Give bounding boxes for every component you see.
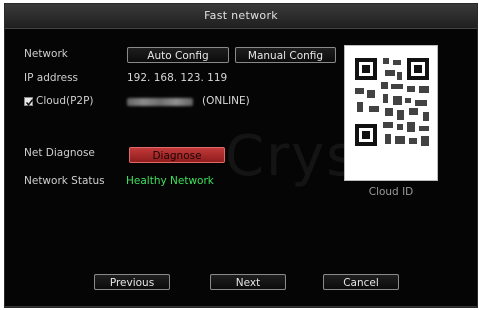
cloud-p2p-checkbox[interactable] [24,97,34,107]
ip-address-label: IP address [24,72,79,84]
manual-config-button[interactable]: Manual Config [235,47,336,63]
next-button[interactable]: Next [210,274,286,290]
title-bar: Fast network [5,4,477,29]
cloud-id-caption: Cloud ID [368,186,414,198]
checkmark-icon [25,99,34,107]
cloud-status-value: (ONLINE) [202,95,250,107]
cancel-button[interactable]: Cancel [323,274,399,290]
network-label: Network [24,48,68,60]
cloud-id-redacted [127,98,193,106]
bottom-border [5,306,477,307]
network-status-label: Network Status [24,175,105,187]
network-status-value: Healthy Network [126,175,214,187]
cloud-p2p-label: Cloud(P2P) [36,95,94,107]
fast-network-dialog: Fast network Crysto Network Auto Config … [4,3,478,308]
net-diagnose-label: Net Diagnose [24,147,95,159]
auto-config-button[interactable]: Auto Config [127,47,229,63]
previous-button[interactable]: Previous [94,274,170,290]
ip-address-value: 192. 168. 123. 119 [127,72,228,84]
dialog-title: Fast network [204,9,278,22]
qr-code-icon [345,46,437,154]
diagnose-button[interactable]: Diagnose [129,147,225,163]
cloud-id-qr-panel: Cloud ID [344,45,438,198]
